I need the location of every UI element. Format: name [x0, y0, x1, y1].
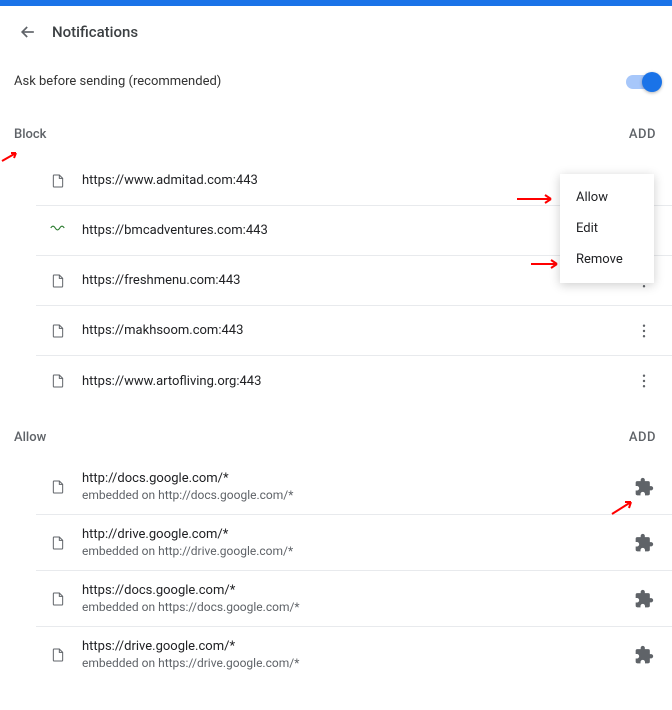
- allow-list-item: http://drive.google.com/* embedded on ht…: [36, 515, 672, 571]
- allow-section-title: Allow: [14, 430, 46, 445]
- item-text: http://drive.google.com/* embedded on ht…: [82, 527, 634, 558]
- site-url: https://drive.google.com/*: [82, 639, 634, 654]
- ask-before-sending-toggle[interactable]: [626, 75, 660, 89]
- allow-list-item: https://docs.google.com/* embedded on ht…: [36, 571, 672, 627]
- allow-section-header: Allow ADD: [0, 406, 672, 459]
- extension-icon: [634, 589, 654, 609]
- extension-icon: [634, 477, 654, 497]
- context-menu: Allow Edit Remove: [560, 174, 654, 283]
- site-sub: embedded on https://docs.google.com/*: [82, 600, 634, 614]
- extension-icon: [634, 645, 654, 665]
- page-icon: [50, 590, 66, 608]
- squiggle-icon: [50, 222, 66, 240]
- item-text: https://www.admitad.com:443: [82, 173, 632, 188]
- site-url: https://makhsoom.com:443: [82, 323, 632, 338]
- item-text: https://www.artofliving.org:443: [82, 374, 632, 389]
- site-url: http://drive.google.com/*: [82, 527, 634, 542]
- back-arrow-icon[interactable]: [18, 22, 38, 42]
- page-icon: [50, 534, 66, 552]
- item-text: https://makhsoom.com:443: [82, 323, 632, 338]
- site-url: https://www.artofliving.org:443: [82, 374, 632, 389]
- item-text: https://drive.google.com/* embedded on h…: [82, 639, 634, 670]
- allow-list: http://docs.google.com/* embedded on htt…: [0, 459, 672, 682]
- page-header: Notifications: [0, 6, 672, 60]
- page-icon: [50, 478, 66, 496]
- ask-before-sending-row: Ask before sending (recommended): [0, 60, 672, 103]
- site-url: https://www.admitad.com:443: [82, 173, 632, 188]
- block-list-item: https://www.artofliving.org:443: [36, 356, 672, 406]
- allow-add-button[interactable]: ADD: [629, 430, 656, 445]
- block-section-title: Block: [14, 127, 46, 142]
- site-url: https://docs.google.com/*: [82, 583, 634, 598]
- menu-edit[interactable]: Edit: [560, 213, 654, 244]
- more-button[interactable]: [632, 369, 656, 393]
- menu-remove[interactable]: Remove: [560, 244, 654, 275]
- allow-list-item: https://drive.google.com/* embedded on h…: [36, 627, 672, 682]
- site-sub: embedded on https://drive.google.com/*: [82, 656, 634, 670]
- allow-list-item: http://docs.google.com/* embedded on htt…: [36, 459, 672, 515]
- more-button[interactable]: [632, 319, 656, 343]
- site-sub: embedded on http://docs.google.com/*: [82, 488, 634, 502]
- page-icon: [50, 372, 66, 390]
- item-text: https://bmcadventures.com:443: [82, 223, 632, 238]
- page-title: Notifications: [52, 23, 138, 41]
- item-text: https://docs.google.com/* embedded on ht…: [82, 583, 634, 614]
- page-icon: [50, 322, 66, 340]
- item-text: http://docs.google.com/* embedded on htt…: [82, 471, 634, 502]
- block-section-header: Block ADD: [0, 103, 672, 156]
- extension-icon: [634, 533, 654, 553]
- site-sub: embedded on http://drive.google.com/*: [82, 544, 634, 558]
- setting-label: Ask before sending (recommended): [14, 74, 221, 89]
- item-text: https://freshmenu.com:443: [82, 273, 632, 288]
- block-add-button[interactable]: ADD: [629, 127, 656, 142]
- page-icon: [50, 272, 66, 290]
- site-url: https://freshmenu.com:443: [82, 273, 632, 288]
- site-url: http://docs.google.com/*: [82, 471, 634, 486]
- block-list-item: https://makhsoom.com:443: [36, 306, 672, 356]
- site-url: https://bmcadventures.com:443: [82, 223, 632, 238]
- page-icon: [50, 646, 66, 664]
- page-icon: [50, 172, 66, 190]
- menu-allow[interactable]: Allow: [560, 182, 654, 213]
